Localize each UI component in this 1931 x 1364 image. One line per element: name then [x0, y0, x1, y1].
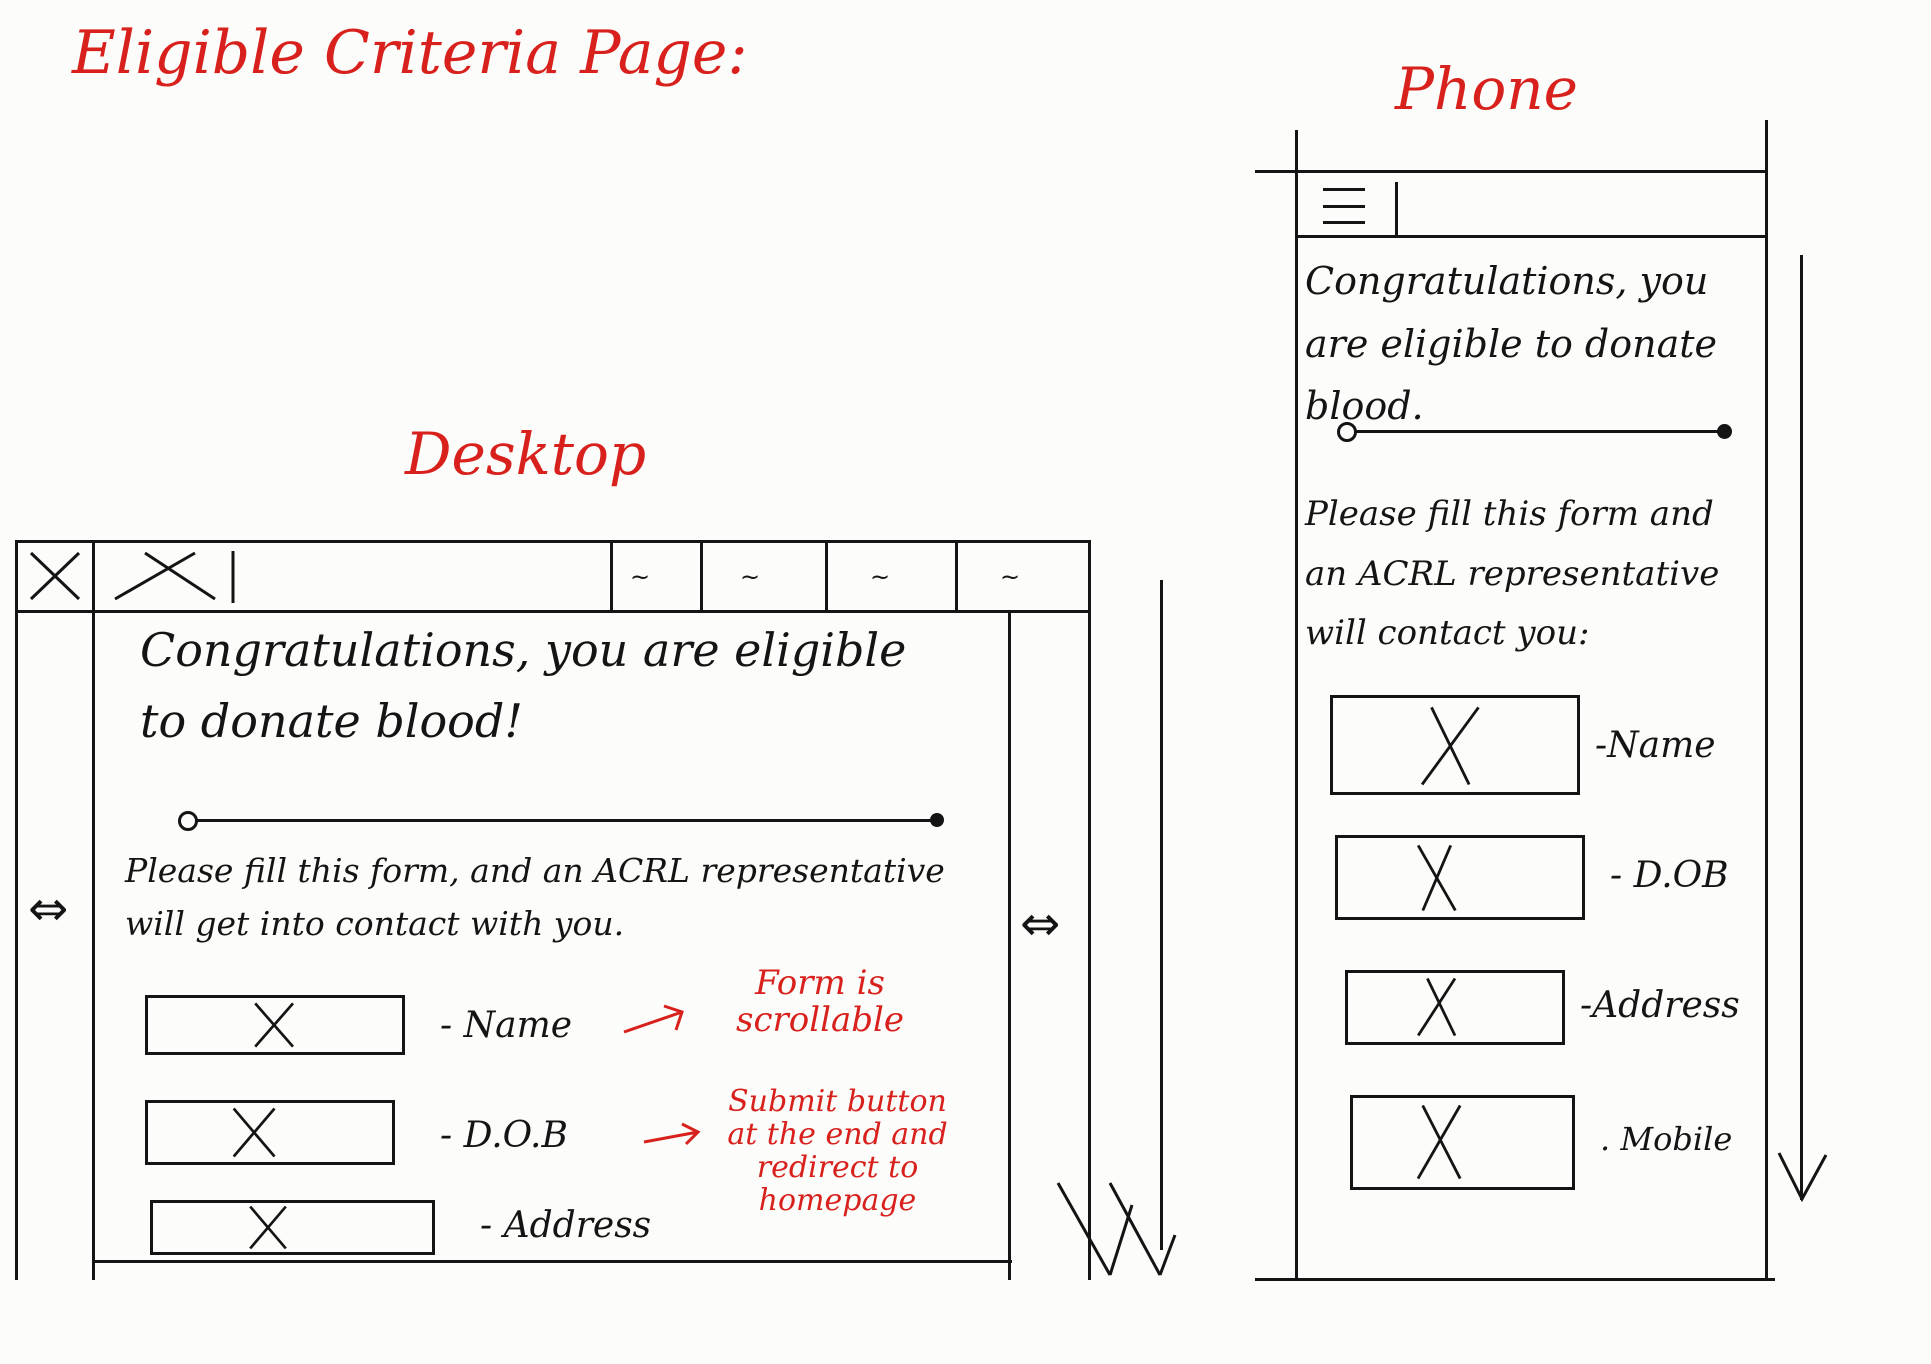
desktop-label: Desktop — [405, 420, 647, 488]
phone-wireframe: Congratulations, you are eligible to don… — [1255, 110, 1775, 1310]
address-field-label: - Address — [480, 1205, 652, 1246]
menu-divider — [1395, 182, 1398, 236]
nav-tab-4[interactable]: ~ — [1000, 563, 1020, 591]
desktop-heading: Congratulations, you are eligible to don… — [140, 623, 907, 749]
hamburger-menu-icon[interactable] — [1323, 188, 1365, 224]
x-mark-icon — [1416, 844, 1457, 912]
close-icon[interactable] — [25, 547, 85, 605]
annotation-submit: Submit button at the end and redirect to… — [727, 1084, 948, 1218]
phone-bottom-edge — [1255, 1278, 1775, 1281]
phone-progress-end-handle[interactable] — [1717, 424, 1732, 439]
phone-address-field[interactable] — [1345, 970, 1565, 1045]
phone-progress-track — [1345, 430, 1725, 433]
desktop-instruction: Please fill this form, and an ACRL repre… — [125, 851, 945, 943]
nav-tab-1[interactable]: ~ — [630, 563, 650, 591]
header-top-line — [15, 540, 1090, 543]
left-right-arrow-icon[interactable]: ⇔ — [1020, 900, 1060, 948]
x-mark-icon — [254, 1002, 295, 1048]
x-mark-icon — [1417, 977, 1457, 1037]
tab-divider — [610, 540, 613, 610]
page-title: Eligible Criteria Page: — [72, 18, 748, 88]
down-arrow-icon[interactable] — [1050, 1175, 1180, 1285]
phone-name-label: -Name — [1595, 725, 1716, 766]
phone-header-top-line — [1255, 170, 1765, 173]
phone-header-bottom-line — [1295, 235, 1765, 238]
x-mark-icon — [232, 1107, 276, 1158]
content-bottom-edge — [92, 1260, 1012, 1263]
annotation-scrollable: Form is scrollable — [736, 963, 904, 1041]
arrow-right-icon — [623, 1004, 684, 1034]
nav-tab-3[interactable]: ~ — [870, 563, 890, 591]
phone-mobile-label: . Mobile — [1600, 1120, 1733, 1158]
content-right-edge — [1008, 610, 1011, 1280]
header-bottom-line — [15, 610, 1090, 613]
tab-divider — [955, 540, 958, 610]
progress-track — [185, 819, 940, 822]
frame-left-edge — [15, 540, 18, 1280]
tab-divider — [825, 540, 828, 610]
arrow-right-icon — [643, 1122, 701, 1146]
phone-dob-field[interactable] — [1335, 835, 1585, 920]
x-mark-icon — [249, 1205, 287, 1250]
phone-right-edge — [1765, 120, 1768, 1280]
phone-heading: Congratulations, you are eligible to don… — [1305, 259, 1718, 429]
dob-field-label: - D.O.B — [440, 1115, 568, 1156]
phone-address-label: -Address — [1580, 985, 1740, 1026]
frame-right-edge — [1088, 540, 1091, 1280]
scroll-arrow-shaft — [1160, 580, 1163, 1250]
phone-instruction: Please fill this form and an ACRL repres… — [1305, 494, 1720, 653]
hamburger-bar — [1323, 204, 1365, 208]
phone-name-field[interactable] — [1330, 695, 1580, 795]
progress-end-handle[interactable] — [930, 813, 944, 827]
address-field[interactable] — [150, 1200, 435, 1255]
down-arrow-icon[interactable] — [1775, 1145, 1830, 1205]
left-right-arrow-icon[interactable]: ⇔ — [28, 885, 68, 933]
hamburger-bar — [1323, 221, 1365, 224]
logo-placeholder-icon — [114, 551, 235, 603]
phone-progress-start-handle[interactable] — [1337, 422, 1357, 442]
x-mark-icon — [1420, 706, 1480, 786]
phone-left-edge — [1295, 130, 1298, 1280]
phone-mobile-field[interactable] — [1350, 1095, 1575, 1190]
nav-tab-2[interactable]: ~ — [740, 563, 760, 591]
x-mark-icon — [1416, 1104, 1462, 1180]
dob-field[interactable] — [145, 1100, 395, 1165]
phone-scroll-arrow-shaft — [1800, 255, 1803, 1200]
hamburger-bar — [1323, 188, 1365, 191]
phone-dob-label: - D.OB — [1610, 855, 1729, 896]
name-field-label: - Name — [440, 1005, 573, 1046]
progress-start-handle[interactable] — [178, 811, 198, 831]
name-field[interactable] — [145, 995, 405, 1055]
content-left-edge — [92, 540, 95, 1280]
tab-divider — [700, 540, 703, 610]
